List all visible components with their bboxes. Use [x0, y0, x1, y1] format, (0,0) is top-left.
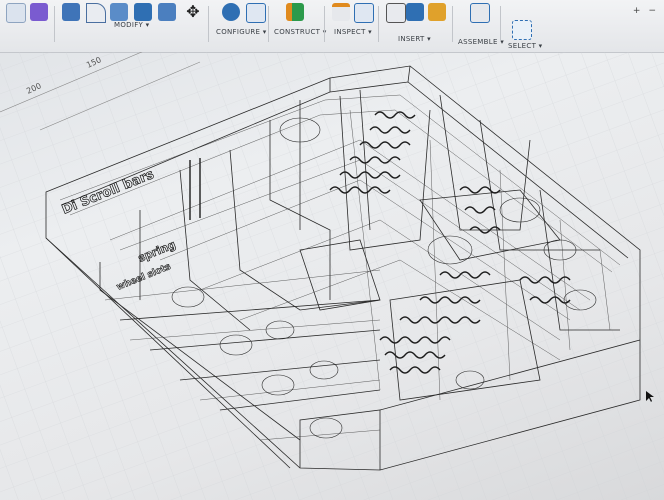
parameters-icon[interactable] — [222, 3, 240, 21]
select-menu[interactable]: SELECT ▾ — [508, 42, 543, 50]
construct-menu[interactable]: CONSTRUCT ▾ — [274, 28, 327, 36]
shell-icon[interactable] — [134, 3, 152, 21]
wireframe-model: Di Scroll bars spring wheel slots 100 15… — [0, 52, 664, 500]
select-icon[interactable] — [512, 20, 532, 40]
view-nav-cluster: + − — [633, 6, 656, 16]
minus-icon[interactable]: − — [648, 6, 656, 16]
add-icon[interactable]: + — [633, 6, 641, 16]
mouse-cursor-icon — [646, 388, 654, 407]
fillet-icon[interactable] — [86, 3, 106, 23]
divider — [208, 6, 209, 42]
inspect-menu[interactable]: INSPECT ▾ — [334, 28, 372, 36]
press-pull-icon[interactable] — [62, 3, 80, 21]
insert-image-icon[interactable] — [406, 3, 424, 21]
measure-icon[interactable] — [332, 3, 350, 21]
modify-menu[interactable]: MODIFY ▾ — [114, 21, 149, 29]
move-icon[interactable]: ✥ — [184, 3, 202, 21]
divider — [452, 6, 453, 42]
3d-viewport[interactable]: Di Scroll bars spring wheel slots 100 15… — [0, 52, 664, 500]
offset-plane-icon[interactable] — [286, 3, 304, 21]
assemble-menu[interactable]: ASSEMBLE ▾ — [458, 38, 504, 46]
configure-table-icon[interactable] — [246, 3, 266, 23]
divider — [500, 6, 501, 42]
combine-icon[interactable] — [158, 3, 176, 21]
ribbon-toolbar: ✥ MODIFY ▾ CONFIGURE ▾ CONSTRUCT ▾ INSPE… — [0, 0, 664, 53]
divider — [268, 6, 269, 42]
insert-derive-icon[interactable] — [386, 3, 406, 23]
joint-icon[interactable] — [470, 3, 490, 23]
section-analysis-icon[interactable] — [354, 3, 374, 23]
divider — [324, 6, 325, 42]
divider — [54, 6, 55, 42]
insert-menu[interactable]: INSERT ▾ — [398, 35, 431, 43]
chamfer-icon[interactable] — [110, 3, 128, 21]
insert-mesh-icon[interactable] — [428, 3, 446, 21]
create-form-icon[interactable] — [30, 3, 48, 21]
divider — [378, 6, 379, 42]
sketch-icon[interactable] — [6, 3, 26, 23]
configure-menu[interactable]: CONFIGURE ▾ — [216, 28, 267, 36]
